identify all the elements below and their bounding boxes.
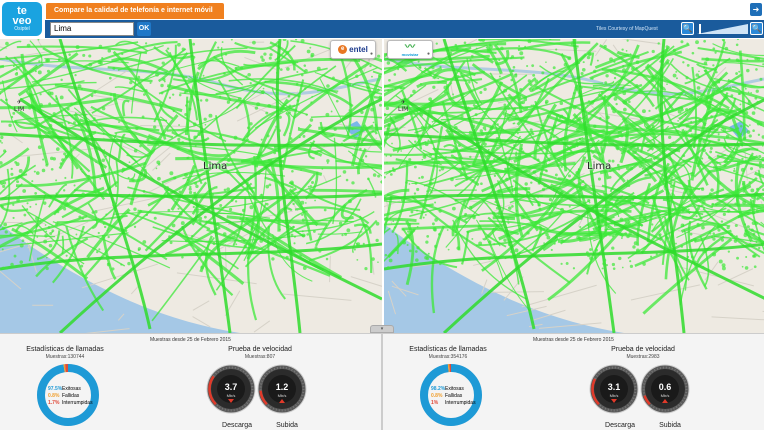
map-city-label: Lima — [587, 161, 612, 172]
upload-value: 0.6 — [658, 382, 672, 392]
airport-label: LIM — [398, 106, 409, 113]
upload-value: 1.2 — [275, 382, 289, 392]
legend-pct: 1% — [431, 400, 439, 406]
upload-unit: Mb/s — [277, 393, 287, 398]
movistar-mark-icon: 〰 — [405, 41, 415, 53]
speed-title: Prueba de velocidad — [611, 346, 675, 353]
tiles-credit: Tiles Courtesy of MapQuest — [596, 26, 658, 32]
legend-row: 98.2%Exitosas — [431, 386, 476, 393]
samples-since: Muestras desde 25 de Febrero 2015 — [150, 337, 231, 343]
legend-label: Interrumpidas — [62, 400, 93, 406]
airport-marker: ✈ LIM — [14, 99, 25, 113]
search-minus-icon[interactable]: 🔍 — [681, 22, 694, 35]
download-value: 3.1 — [607, 382, 621, 392]
operator-name: entel — [349, 45, 368, 54]
download-caption: Descarga — [605, 422, 635, 429]
operator-name: movistar — [401, 51, 419, 57]
legend-label: Fallidas — [445, 393, 463, 399]
upload-caption: Subida — [659, 422, 681, 429]
download-value: 3.7 — [224, 382, 238, 392]
download-caption: Descarga — [222, 422, 252, 429]
legend-pct: 1.7% — [48, 400, 60, 406]
legend-pct: 0.8% — [48, 393, 60, 399]
logo-bottom-text: veo — [12, 15, 32, 27]
close-icon[interactable]: ● — [427, 51, 430, 57]
entel-mark-icon: e — [338, 45, 348, 54]
legend-row: 0.8% Fallidas — [431, 393, 476, 400]
speed-title: Prueba de velocidad — [228, 346, 292, 353]
speed-samples: Muestras:2983 — [626, 354, 660, 360]
upload-caption: Subida — [276, 422, 298, 429]
calls-legend: 98.2%Exitosas 0.8% Fallidas 1% Interrumpidas — [431, 386, 476, 407]
stats-panel-entel: Muestras desde 25 de Febrero 2015 Estadí… — [0, 333, 381, 430]
map-entel[interactable]: Lima ✈ LIM e entel ● — [0, 39, 382, 333]
collapse-panel-handle[interactable]: ▾ — [370, 325, 394, 333]
operator-logo-movistar[interactable]: 〰 movistar ● — [387, 40, 433, 59]
map-city-label: Lima — [203, 161, 228, 172]
legend-label: Interrumpidas — [445, 400, 476, 406]
legend-pct: 0.8% — [431, 393, 443, 399]
teveo-logo[interactable]: te veo Osiptel — [2, 2, 42, 36]
exit-icon[interactable]: ➜ — [750, 3, 762, 16]
calls-samples: Muestras:130744 — [45, 354, 85, 360]
calls-samples: Muestras:354176 — [428, 354, 468, 360]
map-tiles — [384, 39, 764, 333]
legend-row: 0.8% Fallidas — [48, 393, 93, 400]
legend-pct: 98.2% — [431, 386, 446, 392]
calls-title: Estadísticas de llamadas — [409, 346, 487, 353]
legend-row: 1% Interrumpidas — [431, 400, 476, 407]
app-window: te veo Osiptel Compare la calidad de tel… — [0, 0, 764, 430]
legend-pct: 97.5% — [48, 386, 63, 392]
search-input[interactable]: Lima — [50, 22, 134, 36]
search-plus-icon[interactable]: 🔍 — [750, 22, 763, 35]
upload-unit: Mb/s — [660, 393, 670, 398]
legend-row: 97.5%Exitosas — [48, 386, 93, 393]
legend-label: Fallidas — [62, 393, 80, 399]
speed-samples: Muestras:807 — [244, 354, 276, 360]
calls-title: Estadísticas de llamadas — [26, 346, 104, 353]
legend-label: Exitosas — [62, 386, 81, 392]
logo-sub-text: Osiptel — [14, 26, 30, 32]
ok-button[interactable]: OK — [137, 22, 151, 36]
download-unit: Mb/s — [609, 393, 619, 398]
map-tiles — [0, 39, 382, 333]
map-movistar[interactable]: Lima ✈ LIM 〰 movistar ● — [384, 39, 764, 333]
legend-row: 1.7% Interrumpidas — [48, 400, 93, 407]
airport-marker: ✈ LIM — [398, 99, 409, 113]
download-unit: Mb/s — [226, 393, 236, 398]
zoom-slider-thumb[interactable] — [699, 24, 701, 34]
operator-logo-entel[interactable]: e entel ● — [330, 40, 376, 59]
legend-label: Exitosas — [445, 386, 464, 392]
airport-label: LIM — [14, 106, 25, 113]
close-icon[interactable]: ● — [370, 51, 373, 57]
samples-since: Muestras desde 25 de Febrero 2015 — [533, 337, 614, 343]
page-title: Compare la calidad de telefonía e intern… — [46, 3, 224, 19]
calls-legend: 97.5%Exitosas 0.8% Fallidas 1.7% Interrumpid… — [48, 386, 93, 407]
zoom-slider[interactable] — [697, 24, 748, 34]
stats-panel-movistar: Muestras desde 25 de Febrero 2015 Estadí… — [383, 333, 764, 430]
